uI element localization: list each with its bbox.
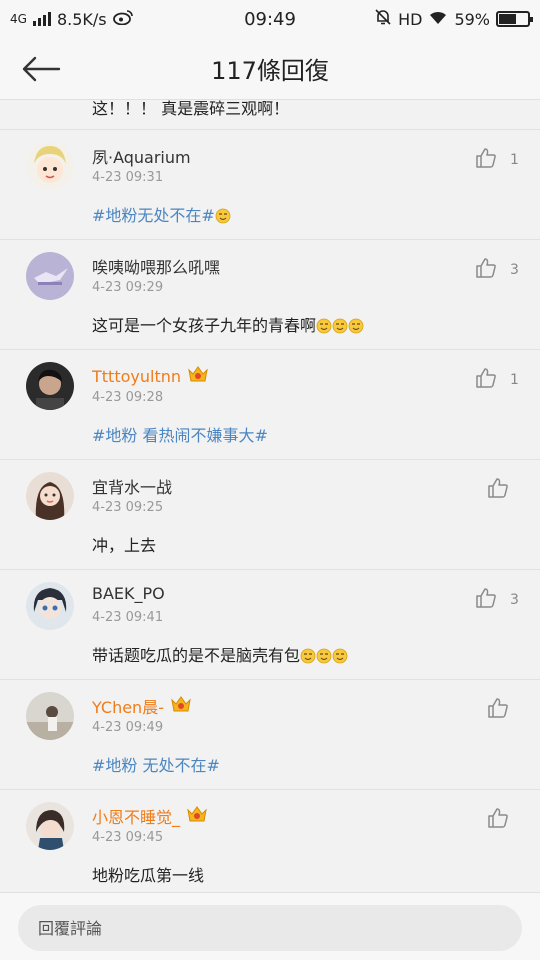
thumbs-up-icon	[486, 476, 510, 504]
comment-item[interactable]: Ttttoyultnn 4-23 09:28 #地粉 看热闹不嫌事大# 1	[0, 350, 540, 460]
comment-content: #地粉无处不在#	[92, 202, 231, 228]
like-button[interactable]: 3	[474, 586, 520, 614]
comment-time: 4-23 09:31	[92, 170, 164, 185]
comment-text: 地粉吃瓜第一线	[92, 866, 205, 885]
battery-icon	[496, 11, 533, 27]
emoji-icon	[215, 208, 231, 228]
username-text[interactable]: BAEK_PO	[92, 584, 165, 603]
page-title: 117條回復	[211, 57, 329, 85]
username-text[interactable]: 宜背水一战	[92, 474, 172, 498]
signal-icon	[32, 12, 51, 26]
emoji-icon	[316, 318, 332, 338]
avatar[interactable]	[26, 802, 74, 850]
back-arrow-icon	[22, 56, 61, 82]
comment-content: #地粉 无处不在#	[92, 752, 220, 776]
hd-label: HD	[398, 9, 423, 29]
topic-link[interactable]: #地粉 无处不在#	[92, 756, 220, 775]
reply-input[interactable]	[18, 905, 522, 951]
comment-item[interactable]: 宜背水一战 4-23 09:25 冲，上去	[0, 460, 540, 570]
comment-time: 4-23 09:41	[92, 610, 164, 625]
wifi-icon	[428, 9, 448, 29]
vip-crown-icon	[187, 364, 209, 388]
comment-text: 带话题吃瓜的是不是脑壳有包	[92, 646, 301, 665]
emoji-icon	[316, 648, 332, 668]
thumbs-up-icon	[474, 586, 498, 614]
username[interactable]: 唉咦呦喂那么吼嘿	[92, 254, 220, 278]
thumbs-up-icon	[474, 366, 498, 394]
emoji-icon	[348, 318, 364, 338]
comment-time: 4-23 09:25	[92, 500, 164, 515]
username-text[interactable]: Ttttoyultnn	[92, 367, 181, 386]
username-text[interactable]: 小恩不睡觉_	[92, 804, 180, 828]
comment-item[interactable]: BAEK_PO 4-23 09:41 带话题吃瓜的是不是脑壳有包 3	[0, 570, 540, 680]
comment-content: 地粉吃瓜第一线	[92, 862, 204, 886]
comment-item[interactable]: 小恩不睡觉_ 4-23 09:45 地粉吃瓜第一线	[0, 790, 540, 892]
like-button[interactable]	[486, 696, 510, 724]
avatar[interactable]	[26, 582, 74, 630]
comment-time: 4-23 09:28	[92, 390, 164, 405]
comment-list[interactable]: 这！！！ 真是震碎三观啊！ 夙·Aquarium 4-23 09:31 #地粉无处不…	[0, 100, 540, 892]
username-text[interactable]: YChen晨-	[92, 694, 164, 718]
emoji-icon	[300, 648, 316, 668]
username[interactable]: 小恩不睡觉_	[92, 804, 208, 828]
status-bar: 4G 8.5K/s 09:49 HD 59%	[0, 0, 540, 38]
username[interactable]: YChen晨-	[92, 694, 192, 718]
like-button[interactable]	[486, 806, 510, 834]
avatar[interactable]	[26, 692, 74, 740]
comment-item[interactable]: YChen晨- 4-23 09:49 #地粉 无处不在#	[0, 680, 540, 790]
comment-item[interactable]: 夙·Aquarium 4-23 09:31 #地粉无处不在# 1	[0, 130, 540, 240]
username-text[interactable]: 夙·Aquarium	[92, 144, 191, 168]
status-left: 4G 8.5K/s	[10, 9, 133, 29]
like-button[interactable]: 3	[474, 256, 520, 284]
comment-text: 这可是一个女孩子九年的青春啊	[92, 316, 317, 335]
topic-link[interactable]: #地粉无处不在#	[92, 206, 215, 225]
thumbs-up-icon	[474, 256, 498, 284]
status-right: HD 59%	[374, 8, 533, 30]
comment-text: 冲，上去	[92, 536, 157, 555]
comment-time: 4-23 09:29	[92, 280, 164, 295]
partial-comment: 这！！！ 真是震碎三观啊！	[0, 100, 540, 130]
like-count: 1	[510, 372, 519, 388]
avatar[interactable]	[26, 142, 74, 190]
mute-bell-icon	[374, 8, 392, 30]
battery-percent: 59%	[454, 9, 490, 29]
comment-content: #地粉 看热闹不嫌事大#	[92, 422, 268, 446]
network-speed: 8.5K/s	[56, 9, 107, 29]
thumbs-up-icon	[486, 696, 510, 724]
comment-time: 4-23 09:45	[92, 830, 164, 845]
comment-content: 带话题吃瓜的是不是脑壳有包	[92, 642, 348, 668]
network-type: 4G	[10, 12, 27, 26]
username[interactable]: 宜背水一战	[92, 474, 172, 498]
avatar[interactable]	[26, 252, 74, 300]
reply-bar	[0, 892, 540, 960]
vip-crown-icon	[186, 804, 208, 828]
thumbs-up-icon	[474, 146, 498, 174]
thumbs-up-icon	[486, 806, 510, 834]
username-text[interactable]: 唉咦呦喂那么吼嘿	[92, 254, 220, 278]
like-count: 3	[510, 262, 519, 278]
comment-item[interactable]: 唉咦呦喂那么吼嘿 4-23 09:29 这可是一个女孩子九年的青春啊 3	[0, 240, 540, 350]
avatar[interactable]	[26, 472, 74, 520]
like-button[interactable]: 1	[474, 146, 520, 174]
avatar[interactable]	[26, 362, 74, 410]
emoji-icon	[332, 648, 348, 668]
username[interactable]: Ttttoyultnn	[92, 364, 209, 388]
topic-link[interactable]: #地粉 看热闹不嫌事大#	[92, 426, 268, 445]
like-button[interactable]: 1	[474, 366, 520, 394]
back-button[interactable]	[18, 50, 64, 88]
emoji-icon	[332, 318, 348, 338]
comment-content: 冲，上去	[92, 532, 156, 556]
weibo-icon	[112, 9, 133, 29]
like-button[interactable]	[486, 476, 510, 504]
title-bar: 117條回復	[0, 38, 540, 100]
username[interactable]: 夙·Aquarium	[92, 144, 191, 168]
comment-time: 4-23 09:49	[92, 720, 164, 735]
like-count: 3	[510, 592, 519, 608]
comment-content: 这可是一个女孩子九年的青春啊	[92, 312, 364, 338]
partial-comment-text: 这！！！ 真是震碎三观啊！	[92, 100, 290, 118]
vip-crown-icon	[170, 694, 192, 718]
username[interactable]: BAEK_PO	[92, 584, 165, 603]
like-count: 1	[510, 152, 519, 168]
